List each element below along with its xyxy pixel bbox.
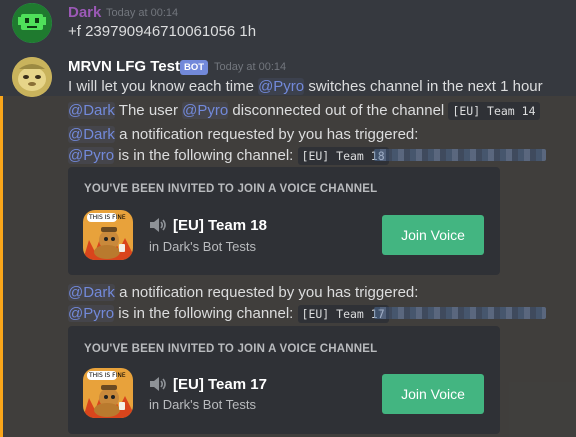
message-timestamp: Today at 00:14 <box>214 61 287 73</box>
message-line: @Dark a notification requested by you ha… <box>68 126 418 143</box>
avatar-bot[interactable] <box>12 57 52 97</box>
avatar-dark[interactable] <box>12 3 52 43</box>
message-text: is in the following channel: <box>114 147 298 164</box>
message-text: disconnected out of the channel <box>228 102 449 119</box>
message-text: The user <box>114 102 183 119</box>
icon-caption: THIS IS FINE <box>89 372 126 379</box>
bot-badge: BOT <box>180 60 209 75</box>
join-voice-button[interactable]: Join Voice <box>382 374 484 414</box>
bot-avatar-icon <box>12 57 52 97</box>
voice-channel-name[interactable]: [EU] Team 17 <box>173 376 267 393</box>
robot-avatar-icon <box>12 3 52 43</box>
message-text: switches channel in the next 1 hour <box>304 78 543 95</box>
mention-dark[interactable]: @Dark <box>68 102 115 119</box>
guild-icon[interactable]: THIS IS FINE <box>83 368 133 418</box>
invite-title: You've been invited to join a voice chan… <box>84 343 378 355</box>
message-line: @Pyro is in the following channel: [EU] … <box>68 305 389 323</box>
mention-dark[interactable]: @Dark <box>68 126 115 143</box>
mention-pyro[interactable]: @Pyro <box>68 147 115 164</box>
invite-title: You've been invited to join a voice chan… <box>84 183 378 195</box>
message-line: @Dark The user @Pyro disconnected out of… <box>68 102 540 120</box>
join-voice-button[interactable]: Join Voice <box>382 215 484 255</box>
guild-name: in Dark's Bot Tests <box>149 239 257 254</box>
author-name-dark[interactable]: Dark <box>68 4 101 21</box>
author-name-bot[interactable]: MRVN LFG Tests <box>68 58 188 75</box>
message-text: a notification requested by you has trig… <box>114 126 419 143</box>
mention-pyro[interactable]: @Pyro <box>182 102 229 119</box>
icon-caption: THIS IS FINE <box>89 214 126 221</box>
message-text: +f 239790946710061056 1h <box>68 23 257 40</box>
message-text: is in the following channel: <box>114 305 298 322</box>
voice-invite-card: You've been invited to join a voice chan… <box>68 326 500 434</box>
message-line: I will let you know each time @Pyro swit… <box>68 78 543 95</box>
voice-channel-name[interactable]: [EU] Team 18 <box>173 217 267 234</box>
mention-highlight-bar <box>0 96 3 437</box>
mention-pyro[interactable]: @Pyro <box>68 305 115 322</box>
speaker-icon <box>148 217 168 233</box>
mention-dark[interactable]: @Dark <box>68 284 115 301</box>
guild-name: in Dark's Bot Tests <box>149 397 257 412</box>
redacted-text <box>374 307 546 319</box>
message-line: @Pyro is in the following channel: [EU] … <box>68 147 389 165</box>
guild-icon[interactable]: THIS IS FINE <box>83 210 133 260</box>
mention-pyro[interactable]: @Pyro <box>258 78 305 95</box>
message-timestamp: Today at 00:14 <box>106 7 179 19</box>
message-text: a notification requested by you has trig… <box>114 284 419 301</box>
message-text: I will let you know each time <box>68 78 259 95</box>
redacted-text <box>374 149 546 161</box>
speaker-icon <box>148 376 168 392</box>
message-line: @Dark a notification requested by you ha… <box>68 284 418 301</box>
channel-code: [EU] Team 14 <box>448 102 540 120</box>
voice-invite-card: You've been invited to join a voice chan… <box>68 167 500 275</box>
